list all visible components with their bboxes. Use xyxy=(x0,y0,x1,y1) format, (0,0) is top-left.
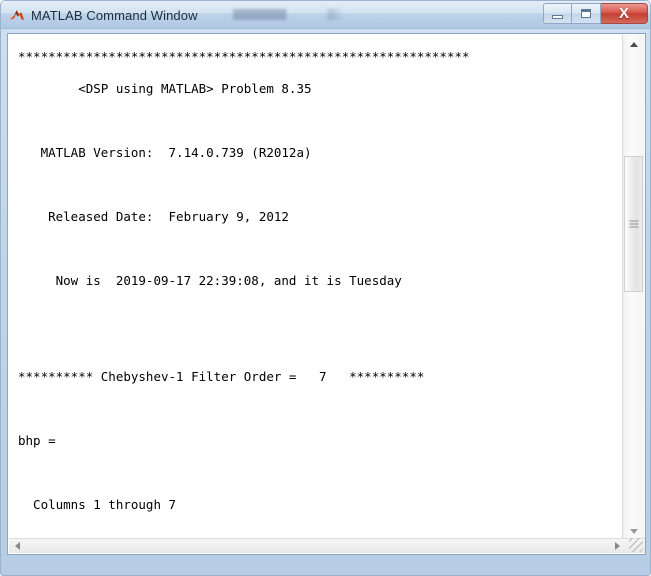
close-button[interactable]: X xyxy=(601,3,648,24)
scroll-left-button[interactable] xyxy=(9,539,26,553)
close-icon: X xyxy=(618,5,629,22)
scroll-right-button[interactable] xyxy=(609,539,626,553)
resize-grip[interactable] xyxy=(629,538,643,552)
chevron-down-icon xyxy=(629,528,638,534)
matlab-membrane-icon xyxy=(9,7,25,23)
command-output-text: ****************************************… xyxy=(18,49,470,512)
command-output-pane[interactable]: ****************************************… xyxy=(9,35,623,540)
vertical-scrollbar[interactable] xyxy=(622,35,644,540)
minimize-button[interactable] xyxy=(543,3,572,24)
vertical-scrollbar-thumb[interactable] xyxy=(624,156,643,292)
scroll-up-button[interactable] xyxy=(623,35,644,53)
window-title: MATLAB Command Window xyxy=(31,7,198,23)
minimize-icon xyxy=(552,14,563,19)
title-bar-left-group: MATLAB Command Window xyxy=(9,1,198,29)
chevron-right-icon xyxy=(615,542,620,550)
window-controls: X xyxy=(543,3,648,25)
scrollbar-grip-icon xyxy=(629,220,638,228)
title-bar[interactable]: MATLAB Command Window X xyxy=(1,1,650,29)
matlab-command-window: MATLAB Command Window X ****************… xyxy=(0,0,651,576)
chevron-left-icon xyxy=(15,542,20,550)
horizontal-scrollbar[interactable] xyxy=(9,538,645,553)
title-bar-ghost-artifact xyxy=(233,9,343,20)
maximize-icon xyxy=(581,9,591,18)
maximize-button[interactable] xyxy=(572,3,601,24)
chevron-up-icon xyxy=(629,41,638,47)
client-area: ****************************************… xyxy=(7,33,646,555)
